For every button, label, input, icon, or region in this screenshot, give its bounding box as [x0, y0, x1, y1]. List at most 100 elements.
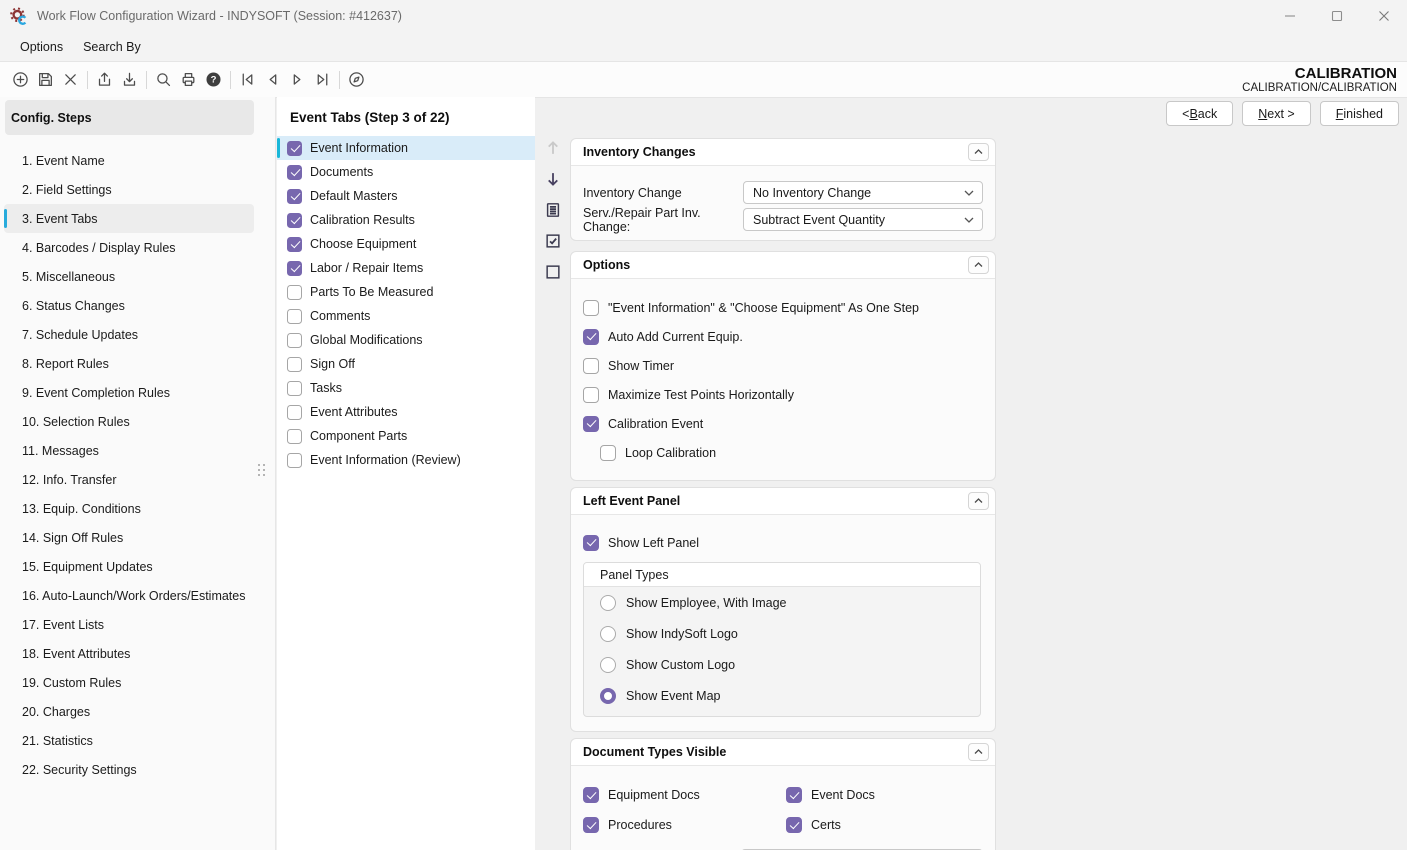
next-button[interactable]: Next >: [1242, 101, 1310, 126]
menu-item[interactable]: Search By: [73, 36, 151, 58]
option-checkbox[interactable]: [583, 416, 599, 432]
event-tab-row[interactable]: Calibration Results: [277, 208, 535, 232]
event-tab-row[interactable]: Event Information (Review): [277, 448, 535, 472]
panel-type-option[interactable]: Show Event Map: [584, 680, 980, 711]
radio-button[interactable]: [600, 595, 616, 611]
sidebar-item[interactable]: 22. Security Settings: [4, 755, 254, 784]
document-type-row[interactable]: Equipment Docs: [583, 787, 786, 803]
uncheck-all-button[interactable]: [544, 263, 562, 281]
option-row[interactable]: Maximize Test Points Horizontally: [571, 380, 995, 409]
panel-type-option[interactable]: Show Custom Logo: [584, 649, 980, 680]
event-tab-row[interactable]: Documents: [277, 160, 535, 184]
radio-button[interactable]: [600, 657, 616, 673]
event-tab-checkbox[interactable]: [287, 261, 302, 276]
compass-button[interactable]: [344, 67, 369, 92]
export-button[interactable]: [92, 67, 117, 92]
collapse-button[interactable]: [968, 492, 989, 510]
minimize-button[interactable]: [1266, 0, 1313, 32]
event-tab-row[interactable]: Tasks: [277, 376, 535, 400]
sidebar-item[interactable]: 20. Charges: [4, 697, 254, 726]
event-tab-row[interactable]: Event Information: [277, 136, 535, 160]
sidebar-item[interactable]: 9. Event Completion Rules: [4, 378, 254, 407]
sidebar-item[interactable]: 8. Report Rules: [4, 349, 254, 378]
maximize-button[interactable]: [1313, 0, 1360, 32]
event-tab-row[interactable]: Global Modifications: [277, 328, 535, 352]
sidebar-item[interactable]: 16. Auto-Launch/Work Orders/Estimates: [4, 581, 254, 610]
menu-item[interactable]: Options: [10, 36, 73, 58]
radio-button[interactable]: [600, 626, 616, 642]
event-tab-row[interactable]: Sign Off: [277, 352, 535, 376]
sidebar-item[interactable]: 21. Statistics: [4, 726, 254, 755]
option-row[interactable]: Loop Calibration: [571, 438, 995, 467]
sidebar-item[interactable]: 11. Messages: [4, 436, 254, 465]
nav-first-button[interactable]: [235, 67, 260, 92]
sidebar-item[interactable]: 10. Selection Rules: [4, 407, 254, 436]
document-type-checkbox[interactable]: [583, 817, 599, 833]
panel-type-option[interactable]: Show IndySoft Logo: [584, 618, 980, 649]
option-row[interactable]: "Event Information" & "Choose Equipment"…: [571, 293, 995, 322]
event-tab-checkbox[interactable]: [287, 189, 302, 204]
event-tab-checkbox[interactable]: [287, 165, 302, 180]
collapse-button[interactable]: [968, 256, 989, 274]
move-down-button[interactable]: [544, 170, 562, 188]
event-tab-checkbox[interactable]: [287, 429, 302, 444]
event-tab-checkbox[interactable]: [287, 285, 302, 300]
sidebar-item[interactable]: 14. Sign Off Rules: [4, 523, 254, 552]
option-checkbox[interactable]: [583, 358, 599, 374]
option-row[interactable]: Auto Add Current Equip.: [571, 322, 995, 351]
back-button[interactable]: < Back: [1166, 101, 1233, 126]
sidebar-item[interactable]: 5. Miscellaneous: [4, 262, 254, 291]
option-checkbox[interactable]: [583, 300, 599, 316]
import-button[interactable]: [117, 67, 142, 92]
event-tab-checkbox[interactable]: [287, 453, 302, 468]
panel-type-option[interactable]: Show Employee, With Image: [584, 587, 980, 618]
event-tab-checkbox[interactable]: [287, 333, 302, 348]
document-type-checkbox[interactable]: [786, 817, 802, 833]
sidebar-item[interactable]: 19. Custom Rules: [4, 668, 254, 697]
sidebar-item[interactable]: 12. Info. Transfer: [4, 465, 254, 494]
document-type-row[interactable]: Event Docs: [786, 787, 983, 803]
nav-previous-button[interactable]: [260, 67, 285, 92]
sidebar-item[interactable]: 13. Equip. Conditions: [4, 494, 254, 523]
add-button[interactable]: [8, 67, 33, 92]
close-button[interactable]: [1360, 0, 1407, 32]
option-row[interactable]: Calibration Event: [571, 409, 995, 438]
document-type-checkbox[interactable]: [583, 787, 599, 803]
event-tab-checkbox[interactable]: [287, 309, 302, 324]
nav-next-button[interactable]: [285, 67, 310, 92]
collapse-button[interactable]: [968, 743, 989, 761]
sidebar-item[interactable]: 3. Event Tabs: [4, 204, 254, 233]
document-type-checkbox[interactable]: [786, 787, 802, 803]
help-button[interactable]: ?: [201, 67, 226, 92]
sidebar-item[interactable]: 7. Schedule Updates: [4, 320, 254, 349]
event-tab-checkbox[interactable]: [287, 237, 302, 252]
event-tab-checkbox[interactable]: [287, 357, 302, 372]
collapse-button[interactable]: [968, 143, 989, 161]
event-tab-row[interactable]: Parts To Be Measured: [277, 280, 535, 304]
sidebar-item[interactable]: 4. Barcodes / Display Rules: [4, 233, 254, 262]
print-button[interactable]: [176, 67, 201, 92]
search-button[interactable]: [151, 67, 176, 92]
delete-button[interactable]: [58, 67, 83, 92]
show-left-panel-row[interactable]: Show Left Panel: [571, 529, 995, 556]
show-left-panel-checkbox[interactable]: [583, 535, 599, 551]
document-type-row[interactable]: Procedures: [583, 817, 786, 833]
option-checkbox[interactable]: [583, 329, 599, 345]
event-tab-row[interactable]: Comments: [277, 304, 535, 328]
sidebar-item[interactable]: 2. Field Settings: [4, 175, 254, 204]
event-tab-row[interactable]: Component Parts: [277, 424, 535, 448]
event-tab-checkbox[interactable]: [287, 405, 302, 420]
nav-last-button[interactable]: [310, 67, 335, 92]
event-tab-checkbox[interactable]: [287, 381, 302, 396]
dropdown[interactable]: No Inventory Change: [743, 181, 983, 204]
event-tab-row[interactable]: Default Masters: [277, 184, 535, 208]
sidebar-item[interactable]: 1. Event Name: [4, 146, 254, 175]
event-tab-row[interactable]: Choose Equipment: [277, 232, 535, 256]
document-type-row[interactable]: Certs: [786, 817, 983, 833]
finished-button[interactable]: Finished: [1320, 101, 1399, 126]
dropdown[interactable]: Subtract Event Quantity: [743, 208, 983, 231]
event-tab-row[interactable]: Event Attributes: [277, 400, 535, 424]
view-document-button[interactable]: [544, 201, 562, 219]
option-checkbox[interactable]: [600, 445, 616, 461]
sidebar-item[interactable]: 6. Status Changes: [4, 291, 254, 320]
